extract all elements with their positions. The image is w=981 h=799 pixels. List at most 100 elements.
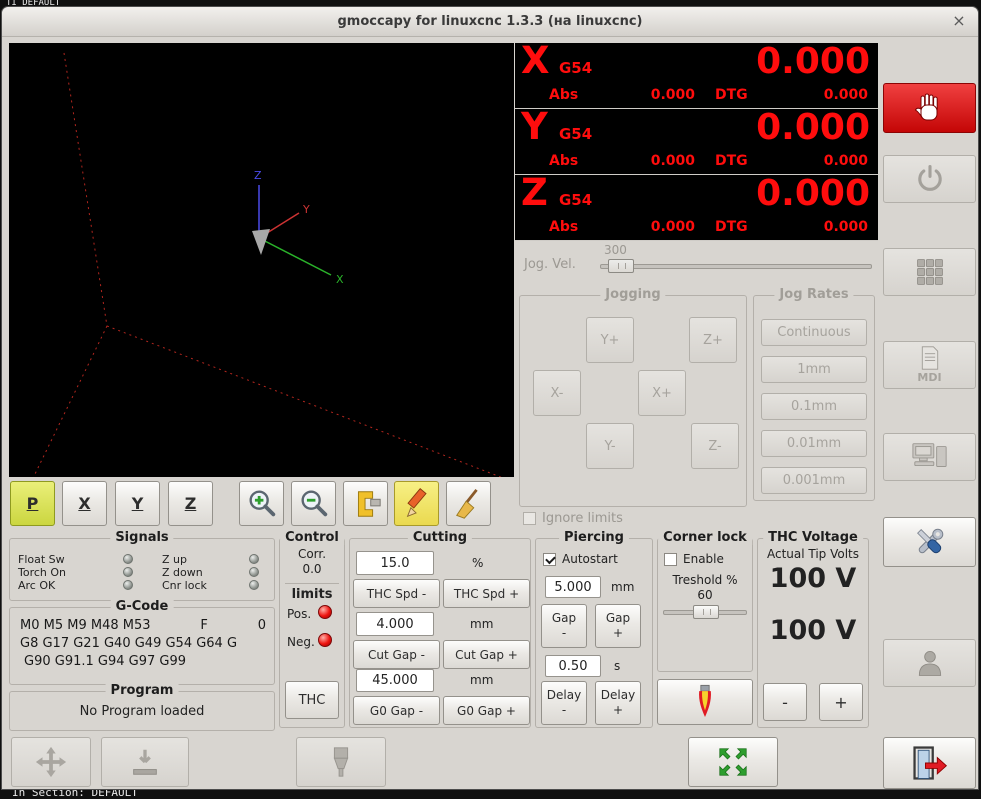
autostart-checkbox[interactable] (543, 553, 556, 566)
auto-mode-button[interactable] (883, 433, 976, 481)
active-mcodes: M0 M5 M9 M48 M53 (20, 618, 151, 633)
titlebar[interactable]: gmoccapy for linuxcnc 1.3.3 (на linuxcnc… (2, 7, 978, 37)
feed-override-entry[interactable]: 15.0 (356, 551, 434, 575)
pierce-gap-plus-button[interactable]: Gap + (595, 604, 641, 648)
settings-button[interactable] (883, 517, 976, 567)
gremlin-preview[interactable]: Z Y X (9, 43, 514, 512)
view-y-button[interactable]: Y (115, 481, 160, 526)
signal-label: Arc OK (18, 579, 56, 592)
neg-limit-led (318, 633, 332, 647)
close-button[interactable]: × (948, 11, 970, 33)
g0-gap-entry[interactable]: 45.000 (356, 669, 434, 692)
zoom-out-button[interactable] (291, 481, 336, 526)
pos-limit-led (318, 605, 332, 619)
gcode-title: G-Code (110, 599, 174, 614)
axis-position: 0.000 (756, 173, 870, 214)
estop-button[interactable] (883, 83, 976, 133)
cut-gap-entry[interactable]: 4.000 (356, 612, 434, 636)
view-p-button[interactable]: P (10, 481, 55, 526)
exit-button[interactable] (883, 737, 976, 789)
z-down-led (249, 567, 259, 577)
pierce-gap-entry[interactable]: 5.000 (545, 576, 601, 598)
thc-button[interactable]: THC (285, 681, 339, 719)
thc-speed-plus-button[interactable]: THC Spd + (443, 579, 530, 608)
g0-gap-plus-button[interactable]: G0 Gap + (443, 696, 530, 725)
dro-axis-x[interactable]: X G54 0.000 Abs 0.000 DTG 0.000 (515, 39, 878, 109)
abs-value: 0.000 (650, 153, 695, 169)
button-sign: - (561, 626, 567, 640)
exit-door-icon (912, 746, 947, 780)
jog-rate-001mm-button[interactable]: 0.01mm (761, 430, 867, 457)
jog-rate-label: 1mm (797, 362, 831, 377)
clear-plot-button[interactable] (446, 481, 491, 526)
view-z-button[interactable]: Z (168, 481, 213, 526)
spindle-tool-button[interactable] (296, 737, 386, 787)
jog-z-plus-button[interactable]: Z+ (689, 317, 737, 363)
probe-down-icon (133, 749, 157, 775)
axis-position: 0.000 (756, 41, 870, 82)
button-label: Gap (605, 611, 631, 625)
pierce-delay-minus-button[interactable]: Delay - (541, 681, 587, 725)
float-sw-led (123, 554, 133, 564)
thc-speed-minus-button[interactable]: THC Spd - (353, 579, 440, 608)
control-title: Control (280, 530, 344, 545)
signal-label: Torch On (18, 566, 67, 579)
signal-label: Float Sw (18, 553, 65, 566)
coord-system: G54 (559, 125, 593, 143)
axis-letter: X (521, 39, 550, 82)
button-sign: - (782, 692, 788, 712)
machine-on-button[interactable] (883, 155, 976, 203)
pierce-delay-value: 0.50 (558, 658, 588, 674)
view-x-button[interactable]: X (62, 481, 107, 526)
pierce-delay-unit: s (614, 659, 621, 673)
manual-mode-button[interactable] (883, 248, 976, 296)
jog-y-minus-button[interactable]: Y- (586, 423, 634, 469)
dro-axis-y[interactable]: Y G54 0.000 Abs 0.000 DTG 0.000 (515, 105, 878, 175)
jog-y-plus-button[interactable]: Y+ (586, 317, 634, 363)
gmoccapy-window: gmoccapy for linuxcnc 1.3.3 (на linuxcnc… (1, 6, 979, 790)
pierce-delay-plus-button[interactable]: Delay + (595, 681, 641, 725)
jog-rate-0001mm-button[interactable]: 0.001mm (761, 467, 867, 494)
keypad-grid-icon (916, 259, 943, 285)
view-z-label: Z (184, 494, 197, 513)
corner-lock-enable-checkbox[interactable] (664, 553, 677, 566)
view-p-label: P (26, 494, 39, 513)
jog-rate-1mm-button[interactable]: 1mm (761, 356, 867, 383)
g0-gap-minus-button[interactable]: G0 Gap - (353, 696, 440, 725)
torch-test-button[interactable] (657, 679, 753, 725)
pierce-gap-minus-button[interactable]: Gap - (541, 604, 587, 648)
touch-off-button[interactable] (101, 737, 189, 787)
threshold-slider[interactable] (663, 605, 747, 621)
slider-thumb[interactable] (608, 259, 634, 273)
volts-plus-button[interactable]: + (819, 683, 863, 721)
jog-vel-slider[interactable] (600, 259, 872, 275)
jog-rate-continuous-button[interactable]: Continuous (761, 319, 867, 346)
pierce-delay-entry[interactable]: 0.50 (545, 655, 601, 677)
cut-gap-plus-button[interactable]: Cut Gap + (443, 640, 530, 669)
volts-minus-button[interactable]: - (763, 683, 807, 721)
setpoint-volts-value: 100 V (769, 615, 857, 646)
jog-x-plus-button[interactable]: X+ (638, 370, 686, 416)
jog-z-minus-button[interactable]: Z- (691, 423, 739, 469)
jog-rate-01mm-button[interactable]: 0.1mm (761, 393, 867, 420)
window-title: gmoccapy for linuxcnc 1.3.3 (на linuxcnc… (337, 14, 643, 29)
zoom-in-button[interactable] (239, 481, 284, 526)
fullscreen-button[interactable] (688, 737, 778, 787)
jog-x-minus-button[interactable]: X- (533, 370, 581, 416)
dro-axis-z[interactable]: Z G54 0.000 Abs 0.000 DTG 0.000 (515, 171, 878, 241)
slider-thumb[interactable] (693, 605, 719, 619)
corner-lock-title: Corner lock (658, 530, 752, 545)
cut-gap-minus-button[interactable]: Cut Gap - (353, 640, 440, 669)
edit-offsets-button[interactable] (394, 481, 439, 526)
jog-rate-label: 0.01mm (786, 436, 842, 451)
ignore-limits-checkbox[interactable] (523, 512, 536, 525)
dimensions-button[interactable] (343, 481, 388, 526)
broom-icon (455, 488, 478, 519)
mdi-mode-button[interactable]: MDI (883, 341, 976, 389)
user-tab-button[interactable] (883, 639, 976, 687)
home-axes-button[interactable] (11, 737, 91, 787)
signal-label: Z down (162, 566, 203, 579)
zoom-out-icon (300, 490, 327, 516)
jog-rate-label: Continuous (777, 325, 851, 340)
limits-label: limits (291, 587, 333, 602)
